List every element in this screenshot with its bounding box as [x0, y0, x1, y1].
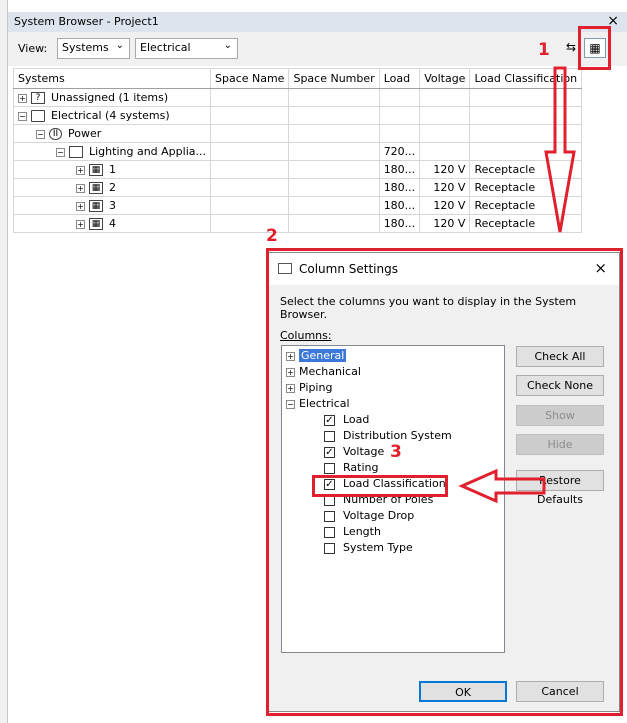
voltage-cell: 120 V	[419, 196, 471, 215]
table-row[interactable]: + ▦ 2 180... 120 V Receptacle	[13, 178, 583, 197]
row-name: 2	[109, 181, 116, 194]
unassigned-icon: ?	[31, 92, 45, 104]
row-name: 3	[109, 199, 116, 212]
col-header-voltage[interactable]: Voltage	[419, 68, 471, 89]
annotation-arrow-left	[458, 468, 546, 504]
voltage-cell: 120 V	[419, 178, 471, 197]
expand-icon[interactable]: +	[76, 183, 85, 193]
voltage-cell: 120 V	[419, 160, 471, 179]
load-cell: 720...	[378, 142, 421, 161]
col-header-systems[interactable]: Systems	[13, 68, 211, 89]
toolbar: View: Systems ⌄ Electrical ⌄ ⇆ ▦	[8, 32, 627, 66]
palette-titlebar: System Browser - Project1 ×	[8, 12, 627, 32]
row-name: Unassigned (1 items)	[51, 91, 169, 104]
circuit-icon: ▦	[89, 218, 103, 230]
annotation-box-1	[578, 26, 611, 70]
view-select[interactable]: Systems ⌄	[57, 38, 130, 59]
annotation-arrow-down	[544, 66, 576, 233]
load-cell: 180...	[378, 160, 421, 179]
row-name: Electrical (4 systems)	[51, 109, 170, 122]
expand-icon[interactable]: +	[76, 201, 85, 211]
left-gutter	[0, 0, 8, 723]
view-select-value: Systems	[62, 41, 109, 54]
table-row[interactable]: − Electrical (4 systems)	[13, 106, 583, 125]
power-icon: II	[49, 128, 62, 140]
folder-icon	[31, 110, 45, 122]
palette-title: System Browser - Project1	[14, 15, 159, 28]
col-header-load[interactable]: Load	[378, 68, 421, 89]
voltage-cell: 120 V	[419, 214, 471, 233]
discipline-select[interactable]: Electrical ⌄	[135, 38, 238, 59]
discipline-select-value: Electrical	[140, 41, 191, 54]
circuit-icon: ▦	[89, 182, 103, 194]
collapse-icon[interactable]: −	[56, 147, 65, 157]
col-header-space-name[interactable]: Space Name	[209, 68, 290, 89]
folder-icon	[69, 146, 83, 158]
table-row[interactable]: + ▦ 3 180... 120 V Receptacle	[13, 196, 583, 215]
chevron-down-icon: ⌄	[115, 40, 124, 51]
table-row[interactable]: +? Unassigned (1 items)	[13, 88, 583, 107]
load-cell: 180...	[378, 214, 421, 233]
collapse-icon[interactable]: −	[36, 129, 45, 139]
col-header-space-number[interactable]: Space Number	[288, 68, 380, 89]
annotation-number-1: 1	[538, 40, 550, 60]
chevron-down-icon: ⌄	[223, 40, 232, 51]
circuit-icon: ▦	[89, 200, 103, 212]
circuit-icon: ▦	[89, 164, 103, 176]
row-name: Lighting and Applia...	[89, 145, 206, 158]
annotation-number-3: 3	[390, 442, 402, 462]
load-cell: 180...	[378, 178, 421, 197]
row-name: 1	[109, 163, 116, 176]
collapse-icon[interactable]: −	[18, 111, 27, 121]
table-row[interactable]: + ▦ 1 180... 120 V Receptacle	[13, 160, 583, 179]
table-row[interactable]: − II Power	[13, 124, 583, 143]
annotation-number-2: 2	[266, 226, 278, 246]
expand-icon[interactable]: +	[76, 219, 85, 229]
table-row[interactable]: − Lighting and Applia... 720...	[13, 142, 583, 161]
row-name: 4	[109, 217, 116, 230]
grid-header-row: Systems Space Name Space Number Load Vol…	[13, 68, 583, 89]
row-name: Power	[68, 127, 102, 140]
annotation-box-3	[312, 475, 448, 497]
expand-icon[interactable]: +	[18, 93, 27, 103]
systems-grid: Systems Space Name Space Number Load Vol…	[13, 68, 583, 233]
expand-icon[interactable]: +	[76, 165, 85, 175]
view-label: View:	[18, 42, 48, 55]
table-row[interactable]: + ▦ 4 180... 120 V Receptacle	[13, 214, 583, 233]
load-cell: 180...	[378, 196, 421, 215]
